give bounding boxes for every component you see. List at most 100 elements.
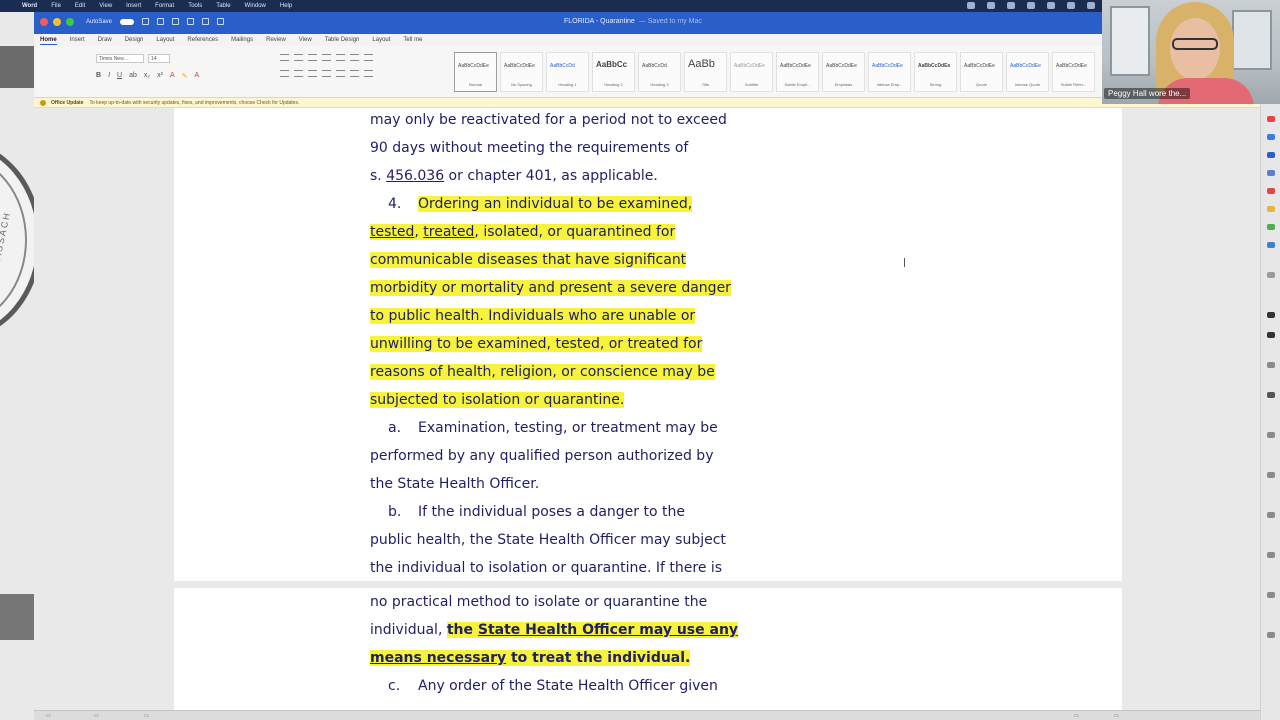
tab-references[interactable]: References [187, 36, 218, 44]
shading-icon[interactable] [350, 70, 359, 77]
highlighted-text[interactable]: Ordering an individual to be examined, [418, 196, 693, 212]
menu-window[interactable]: Window [245, 3, 266, 9]
menu-edit[interactable]: Edit [75, 3, 85, 9]
justify-icon[interactable] [322, 70, 331, 77]
text-line[interactable]: 90 days without meeting the requirements… [370, 134, 731, 162]
text-line[interactable]: to public health. Individuals who are un… [370, 302, 731, 330]
tab-home[interactable]: Home [40, 36, 57, 45]
search-icon[interactable] [1087, 2, 1095, 9]
highlighted-text[interactable]: to public health. Individuals who are un… [370, 308, 696, 324]
highlighted-text[interactable]: tested, treated, isolated, or quarantine… [370, 224, 676, 240]
tab-insert[interactable]: Insert [70, 36, 85, 44]
view-mode-icon[interactable]: ▭ [1074, 713, 1079, 719]
tab-table-layout[interactable]: Layout [372, 36, 390, 44]
dock-app-icon[interactable] [1267, 188, 1275, 194]
highlight-color-icon[interactable]: ✎ [182, 72, 188, 80]
print-icon[interactable] [172, 18, 180, 25]
dock-app-icon[interactable] [1267, 632, 1275, 638]
dock-app-icon[interactable] [1267, 170, 1275, 176]
menu-tools[interactable]: Tools [188, 3, 202, 9]
menu-file[interactable]: File [51, 3, 61, 9]
menu-insert[interactable]: Insert [126, 3, 141, 9]
minimize-window-icon[interactable] [53, 18, 61, 26]
dock-app-icon[interactable] [1267, 472, 1275, 478]
style-emphasis[interactable]: AaBbCcDdEe Emphasis [822, 52, 865, 92]
style-subtle-emphasis[interactable]: AaBbCcDdEe Subtle Emph... [776, 52, 819, 92]
zoom-window-icon[interactable] [66, 18, 74, 26]
style-subtitle[interactable]: AaBbCcDdEe Subtitle [730, 52, 773, 92]
menu-help[interactable]: Help [280, 3, 292, 9]
align-center-icon[interactable] [294, 70, 303, 77]
dock-app-icon[interactable] [1267, 242, 1275, 248]
tab-design[interactable]: Design [125, 36, 144, 44]
font-size-select[interactable]: 14 [148, 54, 170, 63]
pilcrow-icon[interactable] [364, 54, 373, 61]
sort-icon[interactable] [350, 54, 359, 61]
menu-format[interactable]: Format [155, 3, 174, 9]
borders-icon[interactable] [364, 70, 373, 77]
highlighted-text[interactable]: the State Health Officer may use any [446, 622, 739, 638]
customize-icon[interactable] [217, 18, 225, 25]
tab-layout[interactable]: Layout [156, 36, 174, 44]
dock-app-icon[interactable] [1267, 592, 1275, 598]
list-item-a[interactable]: a. Examination, testing, or treatment may… [370, 414, 731, 442]
wifi-icon[interactable] [1067, 2, 1075, 9]
highlighted-text[interactable]: unwilling to be examined, tested, or tre… [370, 336, 703, 352]
bold-icon[interactable]: B [96, 72, 101, 80]
list-item-4[interactable]: 4. Ordering an individual to be examined, [370, 190, 731, 218]
bullets-icon[interactable] [280, 54, 289, 61]
align-left-icon[interactable] [280, 70, 289, 77]
dock-app-icon[interactable] [1267, 272, 1275, 278]
text-line[interactable]: no practical method to isolate or quaran… [370, 588, 738, 616]
style-no-spacing[interactable]: AaBbCcDdEe No Spacing [500, 52, 543, 92]
text-effects-icon[interactable]: A [170, 72, 175, 80]
multilevel-icon[interactable] [308, 54, 317, 61]
italic-icon[interactable]: I [108, 72, 110, 80]
style-normal[interactable]: AaBbCcDdEe Normal [454, 52, 497, 92]
underline-icon[interactable]: U [117, 72, 122, 80]
document-canvas[interactable]: may only be reactivated for a period not… [34, 108, 1260, 710]
menu-table[interactable]: Table [216, 3, 230, 9]
increase-indent-icon[interactable] [336, 54, 345, 61]
dock-app-icon[interactable] [1267, 224, 1275, 230]
status-page-icon[interactable]: ▭ [46, 713, 51, 719]
document-page[interactable]: no practical method to isolate or quaran… [174, 588, 1122, 710]
highlighted-text[interactable]: means necessary to treat the individual. [370, 650, 691, 666]
battery-icon[interactable] [1047, 2, 1055, 9]
dock-app-icon[interactable] [1267, 552, 1275, 558]
style-title[interactable]: AaBb Title [684, 52, 727, 92]
text-line[interactable]: the individual to isolation or quarantin… [370, 554, 731, 582]
autosave-toggle[interactable] [120, 18, 135, 25]
tab-draw[interactable]: Draw [98, 36, 112, 44]
redo-icon[interactable] [202, 18, 210, 25]
style-heading-2[interactable]: AaBbCc Heading 2 [592, 52, 635, 92]
style-subtle-reference[interactable]: AaBbCcDdEe Subtle Refer... [1052, 52, 1095, 92]
text-line[interactable]: performed by any qualified person author… [370, 442, 731, 470]
decrease-indent-icon[interactable] [322, 54, 331, 61]
dock-app-icon[interactable] [1267, 134, 1275, 140]
dock-app-icon[interactable] [1267, 312, 1275, 318]
highlighted-text[interactable]: reasons of health, religion, or conscien… [370, 364, 715, 380]
dock-app-icon[interactable] [1267, 206, 1275, 212]
superscript-icon[interactable]: x² [157, 72, 163, 80]
style-intense-emphasis[interactable]: AaBbCcDdEe Intense Emp... [868, 52, 911, 92]
bluetooth-icon[interactable] [1027, 2, 1035, 9]
font-color-icon[interactable]: A [194, 72, 199, 80]
text-line[interactable]: means necessary to treat the individual. [370, 644, 738, 672]
menu-view[interactable]: View [99, 3, 112, 9]
tab-tell-me[interactable]: Tell me [403, 36, 422, 44]
dock-app-icon[interactable] [1267, 332, 1275, 338]
tab-view[interactable]: View [299, 36, 312, 44]
tab-mailings[interactable]: Mailings [231, 36, 253, 44]
numbering-icon[interactable] [294, 54, 303, 61]
close-window-icon[interactable] [40, 18, 48, 26]
text-line[interactable]: reasons of health, religion, or conscien… [370, 358, 731, 386]
text-line[interactable]: subjected to isolation or quarantine. [370, 386, 731, 414]
text-line[interactable]: unwilling to be examined, tested, or tre… [370, 330, 731, 358]
status-proofing-icon[interactable]: ▭ [144, 713, 149, 719]
style-strong[interactable]: AaBbCcDdEe Strong [914, 52, 957, 92]
dock-app-icon[interactable] [1267, 362, 1275, 368]
text-line[interactable]: public health, the State Health Officer … [370, 526, 731, 554]
text-line[interactable]: individual, the State Health Officer may… [370, 616, 739, 644]
font-name-select[interactable]: Times New… [96, 54, 144, 63]
